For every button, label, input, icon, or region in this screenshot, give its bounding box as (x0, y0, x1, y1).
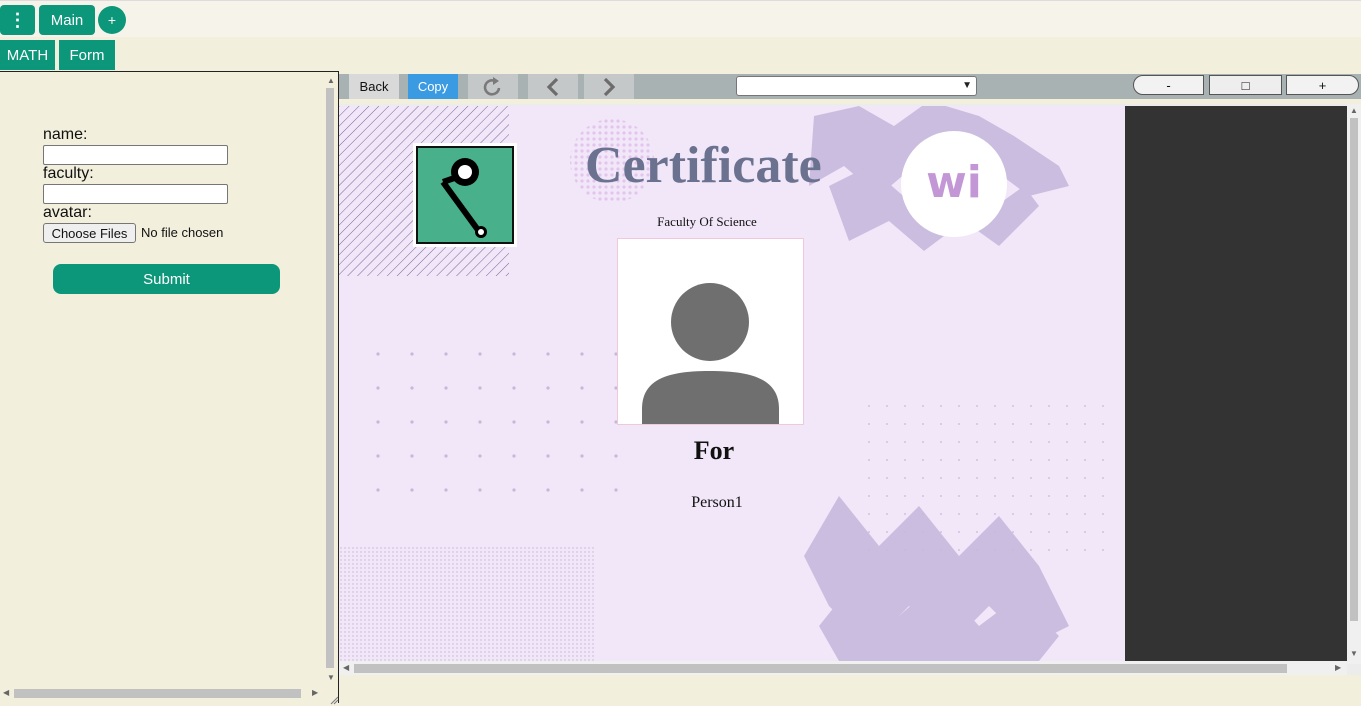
certificate-page: Certificate Faculty Of Science wi For Pe… (339, 106, 1125, 661)
viewer-side-area (1125, 106, 1347, 661)
menu-button[interactable]: ⋮ (0, 5, 35, 35)
back-button[interactable]: Back (349, 74, 399, 99)
certificate-for-label: For (693, 436, 735, 465)
scroll-down-arrow-icon[interactable]: ▼ (327, 674, 335, 682)
form-horizontal-scrollbar[interactable]: ◀ ▶ (0, 686, 324, 700)
scroll-right-arrow-icon[interactable]: ▶ (1335, 664, 1341, 672)
chevron-left-icon (546, 77, 559, 96)
tab-form[interactable]: Form (59, 40, 115, 70)
choose-files-button[interactable]: Choose Files (43, 223, 136, 243)
document-viewer: Certificate Faculty Of Science wi For Pe… (339, 104, 1361, 675)
zoom-out-button[interactable]: - (1133, 75, 1204, 95)
scroll-thumb[interactable] (326, 88, 334, 668)
brand-logo: wi (901, 131, 1007, 237)
scroll-left-arrow-icon[interactable]: ◀ (343, 664, 349, 672)
page-select[interactable]: ▼ (736, 76, 977, 96)
refresh-button[interactable] (468, 74, 518, 99)
scroll-up-arrow-icon[interactable]: ▲ (1350, 107, 1358, 115)
viewer-toolbar: Back Copy ▼ - □ + (339, 74, 1361, 99)
name-input[interactable] (43, 145, 228, 165)
tab-main[interactable]: Main (39, 5, 95, 35)
top-tab-bar: ⋮ Main + (0, 0, 1361, 37)
previous-page-button[interactable] (528, 74, 578, 99)
refresh-icon (483, 76, 501, 96)
add-tab-button[interactable]: + (98, 6, 126, 34)
certificate-person-name: Person1 (691, 494, 743, 511)
chevron-right-icon (603, 77, 616, 96)
copy-button[interactable]: Copy (408, 74, 458, 99)
form-vertical-scrollbar[interactable]: ▲ ▼ (324, 74, 336, 684)
user-silhouette-icon (642, 283, 779, 424)
faculty-input[interactable] (43, 184, 228, 204)
viewer-horizontal-scrollbar[interactable]: ◀ ▶ (339, 661, 1347, 675)
chevron-down-icon: ▼ (962, 80, 972, 91)
certificate-faculty: Faculty Of Science (657, 214, 757, 229)
file-status-text: No file chosen (141, 225, 224, 240)
scroll-thumb[interactable] (1350, 118, 1358, 621)
certificate-title: Certificate (585, 137, 822, 194)
form-panel: name: faculty: avatar: Choose Files No f… (0, 71, 339, 703)
resize-grip-icon[interactable] (329, 695, 339, 705)
name-label: name: (43, 126, 88, 143)
scroll-down-arrow-icon[interactable]: ▼ (1350, 650, 1358, 658)
sub-tab-bar: MATH Form (0, 37, 1361, 71)
scroll-right-arrow-icon[interactable]: ▶ (312, 689, 318, 697)
viewer-vertical-scrollbar[interactable]: ▲ ▼ (1347, 104, 1361, 664)
logo-icon (413, 143, 517, 247)
brand-logo-text: wi (926, 157, 982, 208)
scroll-up-arrow-icon[interactable]: ▲ (327, 77, 335, 85)
tab-math[interactable]: MATH (0, 40, 55, 70)
scroll-thumb[interactable] (354, 664, 1287, 673)
avatar-label: avatar: (43, 204, 92, 221)
scroll-left-arrow-icon[interactable]: ◀ (3, 689, 9, 697)
zoom-in-button[interactable]: + (1286, 75, 1359, 95)
scroll-thumb[interactable] (14, 689, 301, 698)
zoom-fit-button[interactable]: □ (1209, 75, 1282, 95)
submit-button[interactable]: Submit (53, 264, 280, 294)
next-page-button[interactable] (584, 74, 634, 99)
faculty-label: faculty: (43, 165, 94, 182)
avatar-placeholder (617, 238, 804, 425)
